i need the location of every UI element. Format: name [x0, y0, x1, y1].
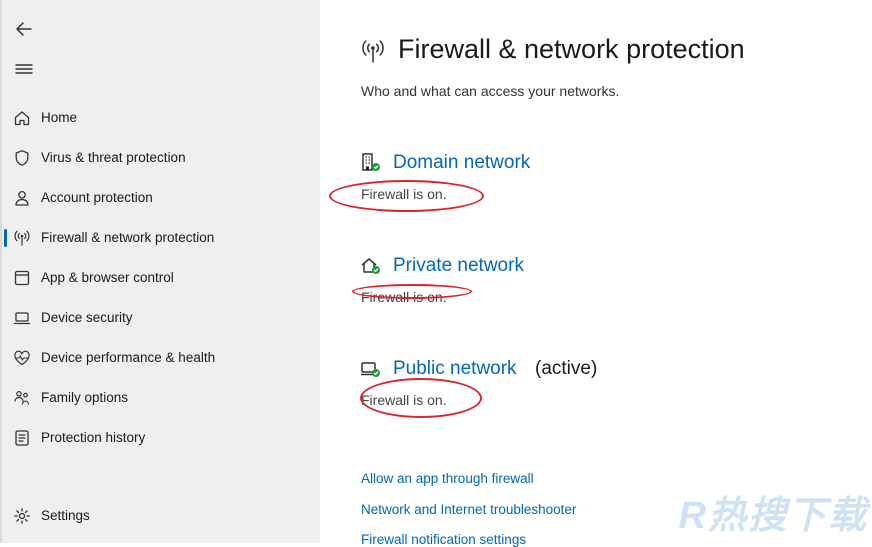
back-arrow-icon [16, 22, 32, 36]
person-icon [13, 189, 31, 207]
gear-icon [13, 507, 31, 525]
sidebar-item-settings[interactable]: Settings [2, 498, 320, 534]
settings-label: Settings [41, 508, 90, 523]
domain-network-link[interactable]: Domain network [393, 152, 530, 174]
sidebar-item-label: Device performance & health [41, 350, 216, 365]
notification-settings-link[interactable]: Firewall notification settings [361, 532, 526, 547]
sidebar-item-family-options[interactable]: Family options [2, 380, 320, 416]
heart-pulse-icon [13, 349, 31, 367]
sidebar-item-virus-threat[interactable]: Virus & threat protection [2, 140, 320, 176]
history-icon [13, 429, 31, 447]
main-content: Firewall & network protection Who and wh… [320, 0, 872, 547]
sidebar-item-label: Virus & threat protection [41, 150, 186, 165]
public-network-icon [360, 358, 382, 380]
back-button[interactable] [12, 17, 36, 41]
app-window-icon [13, 269, 31, 287]
shield-icon [13, 149, 31, 167]
public-network-link[interactable]: Public network [393, 358, 517, 380]
sidebar-item-device-performance[interactable]: Device performance & health [2, 340, 320, 376]
laptop-icon [13, 309, 31, 327]
domain-network-icon [360, 152, 382, 174]
family-icon [13, 389, 31, 407]
annotation-ellipse [352, 284, 472, 299]
active-label: (active) [535, 358, 598, 379]
watermark: R热搜下载 [678, 495, 868, 537]
sidebar-item-home[interactable]: Home [2, 100, 320, 136]
sidebar-item-label: Account protection [41, 190, 153, 205]
sidebar-item-label: Protection history [41, 430, 146, 445]
menu-button[interactable] [12, 57, 36, 81]
sidebar-item-app-browser[interactable]: App & browser control [2, 260, 320, 296]
home-icon [13, 109, 31, 127]
page-title: Firewall & network protection [398, 34, 745, 64]
annotation-ellipse [360, 378, 482, 418]
troubleshooter-link[interactable]: Network and Internet troubleshooter [361, 502, 576, 517]
annotation-ellipse [329, 180, 484, 212]
sidebar-item-protection-history[interactable]: Protection history [2, 420, 320, 456]
antenna-icon [360, 38, 386, 64]
sidebar-item-label: Device security [41, 310, 133, 325]
sidebar-item-label: App & browser control [41, 270, 174, 285]
sidebar-item-account-protection[interactable]: Account protection [2, 180, 320, 216]
sidebar-item-label: Firewall & network protection [41, 230, 215, 245]
private-network-icon [360, 255, 382, 277]
sidebar-item-label: Family options [41, 390, 129, 405]
page-subtitle: Who and what can access your networks. [361, 83, 620, 99]
antenna-icon [13, 229, 31, 247]
allow-app-link[interactable]: Allow an app through firewall [361, 471, 534, 486]
sidebar-item-firewall[interactable]: Firewall & network protection [2, 220, 320, 256]
sidebar-item-device-security[interactable]: Device security [2, 300, 320, 336]
private-network-link[interactable]: Private network [393, 255, 524, 277]
sidebar-item-label: Home [41, 110, 78, 125]
hamburger-icon [15, 64, 33, 74]
sidebar: Home Virus & threat protection Account p… [0, 0, 320, 543]
